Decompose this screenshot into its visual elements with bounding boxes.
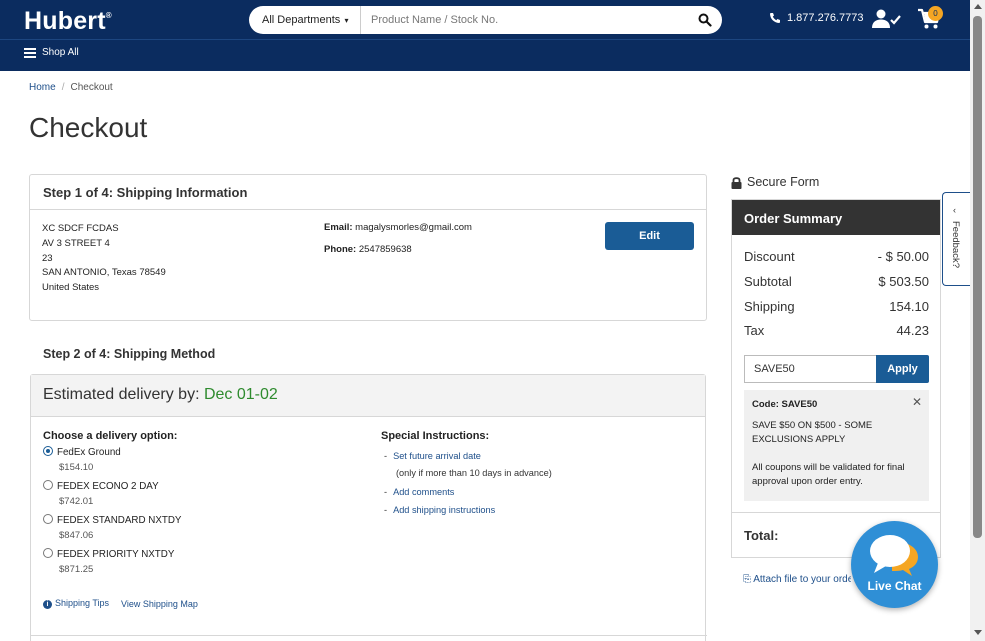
- caret-down-icon: ▾: [342, 16, 349, 25]
- edit-shipping-button[interactable]: Edit: [605, 222, 694, 250]
- scroll-thumb[interactable]: [973, 16, 982, 538]
- header-divider: [0, 39, 970, 40]
- delivery-option-fedex-ground[interactable]: FedEx Ground $154.10: [43, 446, 121, 473]
- phone-value: 2547859638: [358, 244, 412, 255]
- breadcrumb-current: Checkout: [70, 82, 113, 93]
- hubert-logo[interactable]: Hubert®: [24, 7, 112, 36]
- account-icon[interactable]: [871, 9, 903, 29]
- info-icon: i: [43, 600, 52, 609]
- set-future-date-link[interactable]: - Set future arrival date: [384, 451, 481, 461]
- panel-divider: [31, 635, 707, 636]
- search-input[interactable]: [361, 6, 691, 34]
- delivery-option-priority-nxtdy[interactable]: FEDEX PRIORITY NXTDY $871.25: [43, 548, 174, 575]
- coupon-description: SAVE $50 ON $500 - SOME EXCLUSIONS APPLY: [752, 420, 873, 445]
- shop-all-menu[interactable]: Shop All: [24, 47, 79, 58]
- estimated-delivery: Estimated delivery by: Dec 01-02: [31, 375, 705, 417]
- shipping-address: XC SDCF FCDAS AV 3 STREET 4 23 SAN ANTON…: [42, 223, 166, 294]
- attach-file-link[interactable]: ⎘ Attach file to your order: [743, 574, 851, 585]
- radio-selected[interactable]: [43, 446, 53, 456]
- shipping-method-panel: Estimated delivery by: Dec 01-02 Choose …: [30, 374, 707, 641]
- secure-form-label: Secure Form: [731, 175, 819, 189]
- search-icon[interactable]: [698, 13, 712, 27]
- order-summary-title: Order Summary: [732, 200, 940, 235]
- total-label: Total:: [744, 528, 779, 543]
- discount-row: Discount - $ 50.00: [744, 249, 929, 264]
- contact-info: Email: magalysmorles@gmail.com Phone: 25…: [324, 222, 472, 255]
- tax-row: Tax 44.23: [744, 323, 929, 338]
- future-date-note: (only if more than 10 days in advance): [396, 468, 552, 478]
- step1-title: Step 1 of 4: Shipping Information: [30, 175, 706, 210]
- live-chat-button[interactable]: Live Chat: [851, 521, 938, 608]
- breadcrumb: Home / Checkout: [29, 82, 113, 93]
- scroll-down-arrow[interactable]: [974, 630, 982, 635]
- coupon-note: All coupons will be validated for final …: [752, 462, 905, 487]
- order-summary-panel: Order Summary Discount - $ 50.00 Subtotal…: [731, 199, 941, 558]
- lock-icon: [731, 176, 742, 189]
- chevron-up-icon: ‹: [953, 205, 956, 215]
- shipping-help-links: i Shipping Tips View Shipping Map: [43, 598, 198, 609]
- add-comments-link[interactable]: - Add comments: [384, 487, 454, 497]
- close-icon[interactable]: ✕: [912, 395, 922, 409]
- page-scrollbar[interactable]: [970, 0, 985, 641]
- estimated-date: Dec 01-02: [203, 386, 278, 403]
- chat-bubble-icon: [870, 535, 918, 576]
- add-shipping-instructions-link[interactable]: - Add shipping instructions: [384, 505, 495, 515]
- site-header: Hubert® All Departments ▾ 1.877.276.7773…: [0, 0, 970, 71]
- shipping-tips-link[interactable]: i Shipping Tips: [43, 598, 109, 609]
- coupon-input[interactable]: [744, 355, 877, 383]
- feedback-tab[interactable]: ‹ Feedback?: [942, 192, 970, 286]
- cart-count-badge: 0: [928, 6, 943, 21]
- search-bar: All Departments ▾: [249, 6, 722, 34]
- applied-coupon: Code: SAVE50 ✕ SAVE $50 ON $500 - SOME E…: [744, 390, 929, 501]
- delivery-option-label: Choose a delivery option:: [43, 430, 178, 442]
- radio-unselected[interactable]: [43, 548, 53, 558]
- summary-divider: [732, 512, 940, 513]
- paperclip-icon: ⎘: [743, 574, 754, 585]
- apply-coupon-button[interactable]: Apply: [876, 355, 929, 383]
- step2-title: Step 2 of 4: Shipping Method: [43, 347, 216, 361]
- email-value: magalysmorles@gmail.com: [355, 222, 472, 233]
- view-shipping-map-link[interactable]: View Shipping Map: [121, 599, 198, 609]
- hamburger-icon: [24, 47, 36, 58]
- special-instructions-label: Special Instructions:: [381, 430, 490, 442]
- shipping-row: Shipping 154.10: [744, 299, 929, 314]
- page-title: Checkout: [29, 112, 148, 143]
- coupon-code: Code: SAVE50: [752, 399, 818, 410]
- department-select[interactable]: All Departments ▾: [249, 6, 361, 34]
- radio-unselected[interactable]: [43, 480, 53, 490]
- phone-icon: [770, 13, 780, 23]
- scroll-up-arrow[interactable]: [974, 4, 982, 9]
- delivery-option-econo-2day[interactable]: FEDEX ECONO 2 DAY $742.01: [43, 480, 159, 507]
- phone-link[interactable]: 1.877.276.7773: [769, 12, 863, 24]
- radio-unselected[interactable]: [43, 514, 53, 524]
- subtotal-row: Subtotal $ 503.50: [744, 274, 929, 289]
- shipping-info-panel: Step 1 of 4: Shipping Information XC SDC…: [29, 174, 707, 321]
- breadcrumb-home[interactable]: Home: [29, 82, 56, 93]
- delivery-option-standard-nxtdy[interactable]: FEDEX STANDARD NXTDY $847.06: [43, 514, 181, 541]
